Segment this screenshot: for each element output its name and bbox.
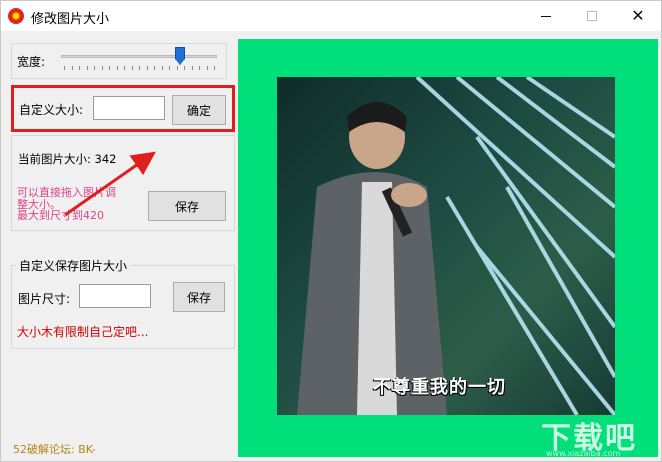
- maximize-icon: [587, 11, 597, 21]
- slider-tick: [184, 66, 185, 70]
- slider-tick: [116, 66, 118, 70]
- custom-save-legend: 自定义保存图片大小: [16, 257, 131, 274]
- width-slider[interactable]: [61, 45, 221, 73]
- width-label: 宽度:: [17, 55, 46, 69]
- image-size-input[interactable]: [79, 284, 151, 308]
- slider-tick: [101, 66, 103, 70]
- slider-tick: [199, 66, 200, 70]
- slider-tick: [94, 66, 95, 70]
- slider-tick: [214, 66, 215, 70]
- watermark-url: www.xiazaiba.com: [546, 449, 621, 458]
- stage-lights: [297, 77, 615, 415]
- size-note: 大小木有限制自己定吧...: [17, 325, 149, 339]
- slider-tick: [191, 66, 193, 70]
- confirm-button[interactable]: 确定: [172, 95, 226, 125]
- slider-tick: [79, 66, 80, 70]
- slider-tick: [206, 66, 208, 70]
- custom-size-input[interactable]: [93, 96, 165, 120]
- slider-tick: [161, 66, 163, 70]
- preview-image: 不尊重我的一切: [277, 77, 615, 415]
- app-window: 修改图片大小 ✕ 宽度: 自定义大小: 确定 当前图片大小: 342 可以直接拖…: [0, 0, 662, 462]
- slider-tick: [71, 66, 73, 70]
- slider-tick: [86, 66, 88, 70]
- minimize-icon: [541, 15, 551, 17]
- save-button[interactable]: 保存: [148, 191, 226, 221]
- window-title: 修改图片大小: [31, 12, 110, 27]
- slider-tick: [169, 66, 170, 70]
- slider-tick: [131, 66, 133, 70]
- slider-tick: [139, 66, 140, 70]
- custom-save-button[interactable]: 保存: [173, 282, 225, 312]
- slider-thumb[interactable]: [175, 47, 185, 65]
- minimize-button[interactable]: [523, 1, 569, 31]
- footer-text: 52破解论坛: BK-: [13, 443, 96, 456]
- custom-size-label: 自定义大小:: [19, 103, 84, 117]
- slider-track: [61, 55, 217, 58]
- title-bar: 修改图片大小 ✕: [1, 1, 661, 31]
- lyric-text: 不尊重我的一切: [373, 377, 506, 398]
- current-size-label: 当前图片大小: 342: [18, 152, 117, 166]
- slider-tick: [64, 66, 65, 70]
- close-button[interactable]: ✕: [615, 1, 661, 31]
- maximize-button[interactable]: [569, 1, 615, 31]
- slider-tick: [146, 66, 148, 70]
- singer-figure: [297, 102, 447, 415]
- image-size-label: 图片尺寸:: [18, 292, 71, 306]
- slider-tick: [176, 66, 178, 70]
- app-icon: [8, 8, 24, 24]
- hint-line-3: 最大到尺寸到420: [17, 209, 104, 222]
- slider-tick: [154, 66, 155, 70]
- slider-tick: [109, 66, 110, 70]
- slider-tick: [124, 66, 125, 70]
- close-icon: ✕: [631, 6, 645, 25]
